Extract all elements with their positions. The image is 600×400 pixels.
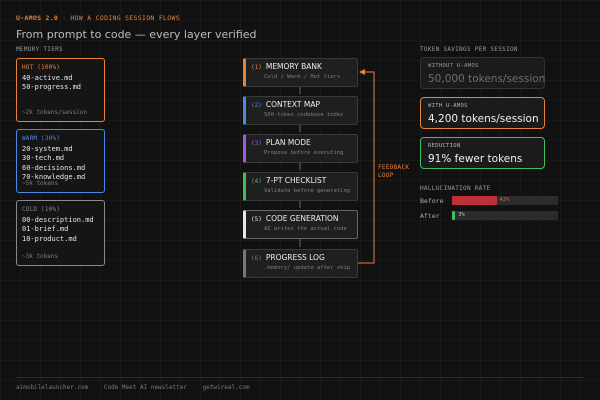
feedback-label-line: FEEDBACK xyxy=(378,164,410,171)
token-card-label: WITHOUT U-AMOS xyxy=(428,63,479,69)
feedback-label-line: LOOP xyxy=(378,171,394,179)
token-card-value: 4,200 tokens/session xyxy=(428,113,539,125)
token-savings-label: TOKEN SAVINGS PER SESSION xyxy=(420,46,518,53)
token-card-without: WITHOUT U-AMOS 50,000 tokens/session xyxy=(420,57,545,89)
footer-link-newsletter[interactable]: Code Meet AI newsletter xyxy=(104,384,187,391)
token-card-label: WITH U-AMOS xyxy=(428,103,468,109)
token-card-reduction: REDUCTION 91% fewer tokens xyxy=(420,137,545,169)
bar-track: 3% xyxy=(452,211,558,220)
feedback-loop-label: FEEDBACK LOOP xyxy=(378,164,409,179)
footer-separator: · xyxy=(94,384,98,391)
token-card-label: REDUCTION xyxy=(428,143,461,149)
footer-link-site-2[interactable]: getwireal.com xyxy=(203,384,250,391)
footer-separator: · xyxy=(192,384,197,391)
bar-label: Before xyxy=(420,196,444,205)
footer-divider xyxy=(16,377,584,378)
token-card-value: 50,000 tokens/session xyxy=(428,73,546,85)
feedback-loop-arrow xyxy=(358,69,375,264)
bar-value-before: 42% xyxy=(499,197,510,203)
token-card-value: 91% fewer tokens xyxy=(428,153,523,165)
hallucination-row-before: Before 42% xyxy=(420,196,558,205)
bar-label: After xyxy=(420,211,440,220)
bar-fill-after xyxy=(452,211,456,220)
footer-link-site[interactable]: aimobilelauncher.com xyxy=(16,384,88,391)
hallucination-rate-label: HALLUCINATION RATE xyxy=(420,185,491,192)
bar-value-after: 3% xyxy=(458,212,465,218)
hallucination-row-after: After 3% xyxy=(420,211,558,220)
bar-fill-before xyxy=(452,196,497,205)
footer: aimobilelauncher.com · Code Meet AI newsle… xyxy=(16,384,250,391)
token-card-with: WITH U-AMOS 4,200 tokens/session xyxy=(420,97,545,129)
bar-track: 42% xyxy=(452,196,558,205)
